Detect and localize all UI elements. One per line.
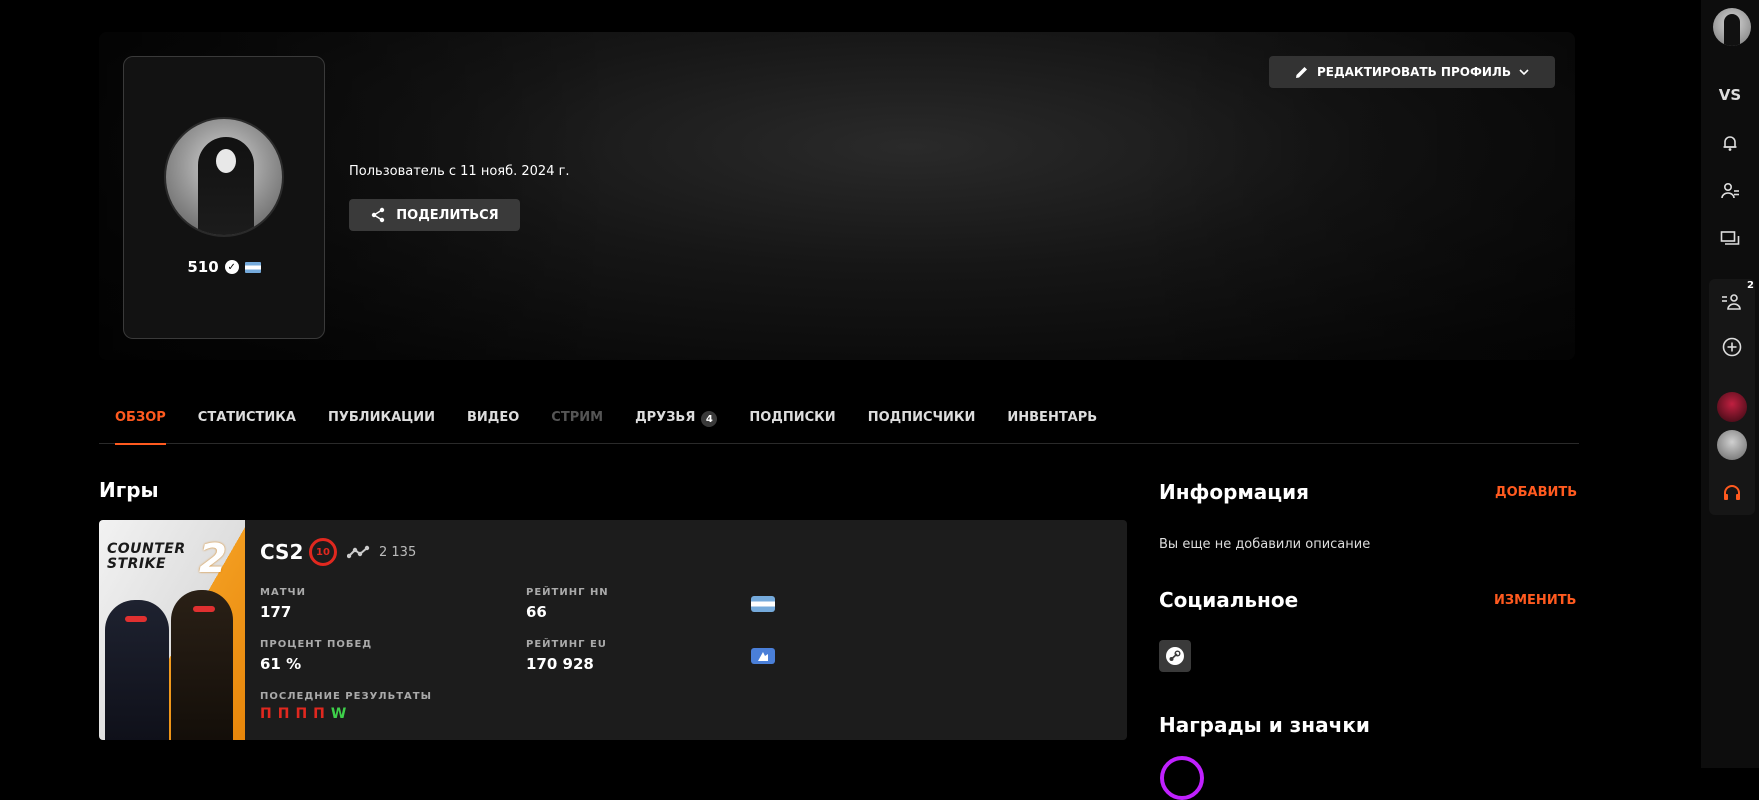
right-sidebar: VS 2 [1701,0,1759,768]
create-party-button[interactable] [1717,332,1747,362]
change-social-link[interactable]: ИЗМЕНИТЬ [1494,593,1576,608]
rating-eu-value: 170 928 [526,655,594,673]
info-title: Информация [1159,480,1309,504]
recent-results: П П П П W [260,706,346,722]
user-avatar[interactable] [1713,8,1751,46]
friends-button[interactable] [1715,176,1745,206]
steam-icon [1166,647,1184,665]
tab-friends[interactable]: ДРУЗЬЯ 4 [619,400,733,444]
country-flag-icon [751,596,775,612]
award-badge-icon[interactable] [1160,756,1204,800]
tab-subscribers[interactable]: ПОДПИСЧИКИ [852,400,992,444]
rating-hn-value: 66 [526,603,547,621]
elo-graph-icon [347,545,370,559]
matches-label: МАТЧИ [260,587,306,598]
info-description: Вы еще не добавили описание [1159,537,1371,552]
tab-inventory[interactable]: ИНВЕНТАРЬ [991,400,1113,444]
add-description-link[interactable]: ДОБАВИТЬ [1495,485,1577,500]
game-card-cs2[interactable]: COUNTER STRIKE 2 CS2 10 2 135 МАТЧИ 177 … [99,520,1127,740]
goggles-decoration [125,616,147,622]
country-flag-icon [244,261,261,273]
party-member-avatar[interactable] [1717,430,1747,460]
cover-logo-number: 2 [199,536,227,582]
bell-icon [1723,136,1737,151]
games-title: Игры [99,478,159,502]
member-since: Пользователь с 11 нояб. 2024 г. [349,164,570,179]
pencil-icon [1295,67,1307,78]
elo-value: 2 135 [379,545,417,560]
nickname-row: 510 ✓ [124,258,324,276]
support-button[interactable] [1717,478,1747,508]
winrate-value: 61 % [260,655,302,673]
skill-level-badge: 10 [309,538,337,566]
party-count-badge: 2 [1747,280,1754,291]
result-loss: П [260,706,272,722]
tab-overview[interactable]: ОБЗОР [99,400,182,445]
party-icon [1722,294,1741,310]
game-name: CS2 [260,540,304,564]
plus-circle-icon [1722,337,1742,357]
share-icon [372,207,385,223]
rating-hn-label: РЕЙТИНГ HN [526,587,609,598]
soldier-figure [171,590,233,740]
vs-label: VS [1718,86,1742,104]
party-member-avatar[interactable] [1717,392,1747,422]
tab-stream: СТРИМ [551,410,604,425]
goggles-decoration [193,606,215,612]
winrate-label: ПРОЦЕНТ ПОБЕД [260,639,373,650]
result-loss: П [295,706,308,722]
result-loss: П [277,706,290,722]
edit-profile-button[interactable]: РЕДАКТИРОВАТЬ ПРОФИЛЬ [1269,56,1555,88]
vs-button[interactable]: VS [1715,80,1745,110]
profile-avatar[interactable] [164,117,284,237]
awards-title: Награды и значки [1159,713,1370,737]
edit-profile-label: РЕДАКТИРОВАТЬ ПРОФИЛЬ [1316,65,1512,79]
matches-value: 177 [260,603,292,621]
nickname: 510 [187,258,219,276]
rating-eu-label: РЕЙТИНГ EU [526,639,607,650]
share-label: ПОДЕЛИТЬСЯ [396,207,499,223]
tab-statistics[interactable]: СТАТИСТИКА [182,400,312,444]
social-title: Социальное [1159,588,1299,612]
notifications-button[interactable] [1715,128,1745,158]
verified-icon: ✓ [224,260,239,274]
party-button[interactable] [1717,287,1747,317]
game-cover: COUNTER STRIKE 2 [99,520,245,740]
profile-tabs: ОБЗОР СТАТИСТИКА ПУБЛИКАЦИИ ВИДЕО СТРИМ … [99,400,1579,445]
result-loss: П [313,706,325,722]
chevron-down-icon [1519,69,1529,76]
tab-subscriptions[interactable]: ПОДПИСКИ [733,400,851,444]
friends-count-badge: 4 [701,411,718,427]
profile-card: 510 ✓ [123,56,325,339]
share-button[interactable]: ПОДЕЛИТЬСЯ [349,199,520,231]
chat-button[interactable] [1715,224,1745,254]
chat-icon [1720,231,1740,245]
headset-icon [1724,485,1740,500]
users-icon [1721,182,1739,199]
recent-results-label: ПОСЛЕДНИЕ РЕЗУЛЬТАТЫ [260,691,432,702]
tab-publications[interactable]: ПУБЛИКАЦИИ [312,400,451,444]
region-eu-icon [751,648,775,664]
result-win: W [330,706,347,722]
tab-video[interactable]: ВИДЕО [451,400,535,444]
steam-link[interactable] [1159,640,1191,672]
